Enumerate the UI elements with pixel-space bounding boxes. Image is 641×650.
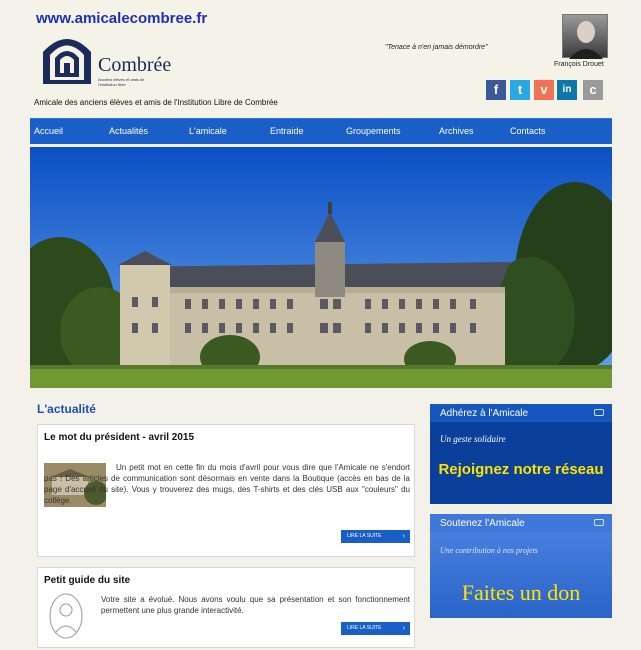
read-more-button[interactable]: LIRE LA SUITE › [341,530,410,543]
viadeo-icon[interactable]: v [534,80,554,100]
promo-cta[interactable]: Faites un don [430,580,612,606]
hero-image [30,147,612,388]
nav-item-actualites[interactable]: Actualités [109,126,148,136]
site-tagline: Amicale des anciens élèves et amis de l'… [34,98,278,107]
logo-name: Combrée [98,54,172,76]
portrait-image [562,14,608,59]
facebook-icon[interactable]: f [486,80,506,100]
header-quote: "Tenace à n'en jamais démordre" [385,44,488,51]
promo-header: Soutenez l'Amicale [430,514,612,532]
article-excerpt: Un petit mot en cette fin du mois d'avri… [44,463,410,505]
article-card: Le mot du président - avril 2015 Un peti… [37,424,415,557]
copainsdavant-icon[interactable]: c [583,80,603,100]
site-header: www.amicalecombree.fr Combrée Anciens él… [30,0,612,118]
nav-item-entraide[interactable]: Entraide [270,126,304,136]
nav-item-groupements[interactable]: Groupements [346,126,401,136]
twitter-icon[interactable]: t [510,80,530,100]
join-promo[interactable]: Adhérez à l'Amicale Un geste solidaire R… [430,404,612,504]
linkedin-icon[interactable]: in [557,80,577,100]
article-title[interactable]: Le mot du président - avril 2015 [44,432,194,443]
article-thumbnail[interactable] [48,592,84,640]
nav-item-contacts[interactable]: Contacts [510,126,546,136]
portrait-name: François Drouet [554,61,604,68]
promo-header-label: Soutenez l'Amicale [440,518,525,529]
article-card: Petit guide du site Votre site a évolué.… [37,567,415,648]
article-title[interactable]: Petit guide du site [44,575,130,586]
nav-item-lamicale[interactable]: L'amicale [189,126,227,136]
promo-subtitle: Une contribution à nos projets [440,546,538,555]
logo-emblem-icon[interactable] [40,30,94,86]
main-nav: Accueil Actualités L'amicale Entraide Gr… [30,118,612,144]
promo-cta[interactable]: Rejoignez notre réseau [430,461,612,478]
logo-subtitle: Anciens élèves et amis de l'Institution … [98,77,145,87]
nav-item-accueil[interactable]: Accueil [34,126,63,136]
site-url-link[interactable]: www.amicalecombree.fr [36,10,207,27]
nav-item-archives[interactable]: Archives [439,126,474,136]
promo-subtitle: Un geste solidaire [440,434,506,444]
page: www.amicalecombree.fr Combrée Anciens él… [0,0,641,650]
read-more-label: LIRE LA SUITE [347,533,382,539]
read-more-label: LIRE LA SUITE [347,625,382,631]
promo-header: Adhérez à l'Amicale [430,404,612,422]
article-excerpt: Votre site a évolué. Nous avons voulu qu… [101,595,410,615]
arrow-right-icon: › [402,533,405,540]
news-section-title: L'actualité [37,402,96,416]
card-icon [594,519,604,526]
arrow-right-icon: › [402,625,405,632]
promo-header-label: Adhérez à l'Amicale [440,408,529,419]
donate-promo[interactable]: Soutenez l'Amicale Une contribution à no… [430,514,612,618]
read-more-button[interactable]: LIRE LA SUITE › [341,622,410,635]
card-icon [594,409,604,416]
